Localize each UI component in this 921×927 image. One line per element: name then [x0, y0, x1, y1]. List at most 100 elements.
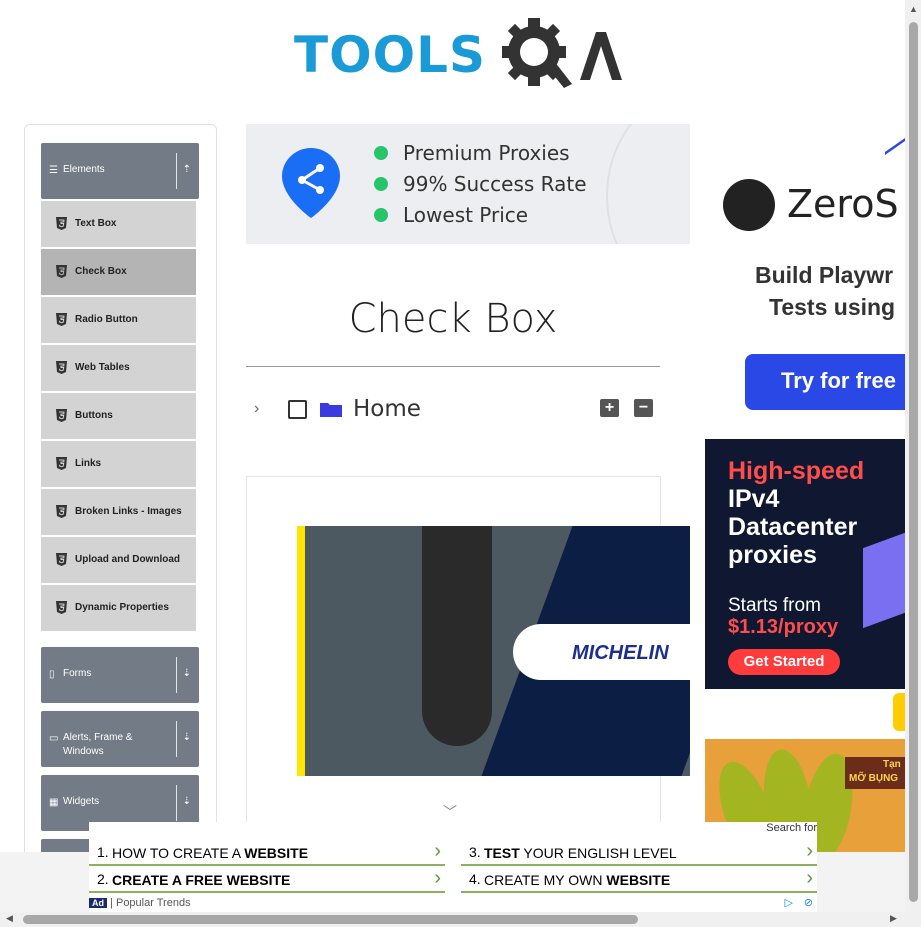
sidebar-item-radio-button[interactable]: Radio Button: [41, 297, 196, 345]
html5-icon: [56, 409, 67, 422]
html5-icon: [56, 313, 67, 326]
scrollbar-corner: [905, 912, 921, 927]
tire-image: [422, 526, 492, 746]
chevron-right-icon: ›: [434, 840, 441, 862]
sidebar-item-label: Radio Button: [75, 314, 138, 325]
location-pin-icon: [282, 148, 340, 218]
gear-icon: [502, 18, 622, 88]
html5-icon: [56, 457, 67, 470]
form-icon: ▯: [49, 669, 55, 680]
banner-line: Lowest Price: [403, 203, 529, 227]
scroll-up-icon[interactable]: ▲: [909, 4, 918, 14]
chevron-down-icon: ⇣: [182, 668, 191, 679]
row-text: Create my own website: [484, 872, 670, 888]
sidebar-item-label: Broken Links - Images: [75, 506, 182, 517]
ad-attribution[interactable]: Ad | Popular Trends: [89, 897, 191, 909]
chevron-right-icon[interactable]: ›: [254, 400, 259, 418]
chevron-up-icon: ⇡: [182, 164, 191, 175]
html5-icon: [56, 217, 67, 230]
row-text-bold: Create: [112, 872, 169, 888]
ad-price: $1.13/proxy: [728, 616, 839, 638]
group-label: Alerts, Frame &: [63, 732, 133, 743]
menu-icon: ☰: [49, 165, 58, 176]
sidebar-item-label: Dynamic Properties: [75, 602, 169, 613]
row-number: 1.: [97, 844, 109, 860]
proxy-banner-ad[interactable]: Premium Proxies 99% Success Rate Lowest …: [246, 124, 690, 244]
adchoices-icon[interactable]: ▷: [785, 896, 793, 909]
sidebar-item-label: Check Box: [75, 266, 127, 277]
row-text-bold: website: [244, 845, 309, 861]
row-text-post: your English level: [519, 845, 677, 861]
left-panel: ☰ Elements ⇡ Text Box Check Box Radio Bu…: [24, 124, 217, 866]
scrollbar-thumb[interactable]: [909, 22, 918, 902]
ad-link-row[interactable]: 3. Test your English level ›: [461, 840, 817, 866]
sidebar-item-upload-download[interactable]: Upload and Download: [41, 537, 196, 585]
ad-brand: ZeroS: [787, 182, 899, 226]
scroll-left-icon[interactable]: ◀: [6, 913, 13, 924]
divider: [176, 721, 177, 757]
ad-badge: Ad: [89, 898, 107, 908]
ad-text: Tests using: [769, 294, 896, 320]
row-number: 3.: [469, 844, 481, 860]
chevron-right-icon: ›: [806, 867, 813, 889]
row-text-bold: website: [606, 872, 671, 888]
expand-all-button[interactable]: +: [600, 399, 619, 417]
sidebar-item-web-tables[interactable]: Web Tables: [41, 345, 196, 393]
sidebar-item-label: Buttons: [75, 410, 113, 421]
collapse-all-button[interactable]: −: [634, 399, 653, 417]
zerostep-ad[interactable]: ZeroS Build Playwr Tests using Try for f…: [705, 124, 921, 424]
divider: [176, 657, 177, 693]
scrollbar-thumb[interactable]: [23, 915, 638, 924]
toolsqa-logo[interactable]: TOOLS: [294, 14, 624, 92]
divider: [176, 785, 177, 821]
sidebar-item-links[interactable]: Links: [41, 441, 196, 489]
sidebar-item-text-box[interactable]: Text Box: [41, 201, 196, 249]
banner-decoration: [606, 124, 690, 244]
ad-link-row[interactable]: 4. Create my own website ›: [461, 867, 817, 893]
row-text: Test your English level: [484, 845, 677, 861]
chevron-right-icon: ›: [806, 840, 813, 862]
banner-line: 99% Success Rate: [403, 172, 587, 196]
chevron-right-icon: ›: [434, 867, 441, 889]
home-checkbox[interactable]: [288, 400, 307, 419]
sidebar-item-dynamic-properties[interactable]: Dynamic Properties: [41, 585, 196, 633]
close-ad-icon[interactable]: ⊘: [804, 896, 813, 909]
ad-label: Tạn MỠ BỤNG: [845, 757, 905, 789]
chevron-down-icon: ⇣: [182, 732, 191, 743]
row-text-pre: Create my own: [484, 872, 607, 888]
group-alerts-header[interactable]: ▭ Alerts, Frame & Windows ⇣: [41, 711, 199, 767]
banner-line: Premium Proxies: [403, 141, 570, 165]
sidebar-item-buttons[interactable]: Buttons: [41, 393, 196, 441]
zerostep-logo-icon: [723, 179, 775, 231]
row-text-post: a free website: [168, 872, 291, 888]
ad-text: Tạn: [883, 759, 901, 770]
vertical-scrollbar[interactable]: ▲: [905, 0, 921, 912]
chevron-down-icon[interactable]: ﹀: [443, 802, 457, 822]
group-elements-header[interactable]: ☰ Elements ⇡: [41, 143, 199, 199]
sidebar-item-label: Links: [75, 458, 102, 469]
row-number: 2.: [97, 871, 109, 887]
get-started-button[interactable]: Get Started: [728, 649, 840, 675]
check-icon: [374, 146, 388, 160]
row-text: How to create a website: [112, 845, 308, 861]
row-text-pre: How to create a: [112, 845, 245, 861]
group-label: Elements: [63, 164, 105, 175]
datacenter-proxy-ad[interactable]: High-speed IPv4 Datacenter proxies Start…: [705, 439, 905, 689]
check-icon: [374, 177, 388, 191]
michelin-video-ad[interactable]: MICHELIN: [297, 526, 690, 776]
ad-text: Build Playwr: [755, 262, 894, 288]
sidebar-item-broken-links[interactable]: Broken Links - Images: [41, 489, 196, 537]
horizontal-scrollbar[interactable]: ◀ ▶: [0, 912, 905, 927]
ad-link-row[interactable]: 2. Create a free website ›: [89, 867, 445, 893]
html5-icon: [56, 265, 67, 278]
sidebar-item-check-box[interactable]: Check Box: [41, 249, 196, 297]
sidebar-item-label: Web Tables: [75, 362, 130, 373]
ad-link-row[interactable]: 1. How to create a website ›: [89, 840, 445, 866]
group-label: Widgets: [63, 796, 100, 807]
try-for-free-button[interactable]: Try for free: [745, 354, 921, 410]
html5-icon: [56, 601, 67, 614]
ad-text: MỠ BỤNG: [849, 773, 899, 784]
tree-node-label[interactable]: Home: [353, 396, 421, 422]
group-forms-header[interactable]: ▯ Forms ⇣: [41, 647, 199, 703]
scroll-right-icon[interactable]: ▶: [890, 913, 897, 924]
